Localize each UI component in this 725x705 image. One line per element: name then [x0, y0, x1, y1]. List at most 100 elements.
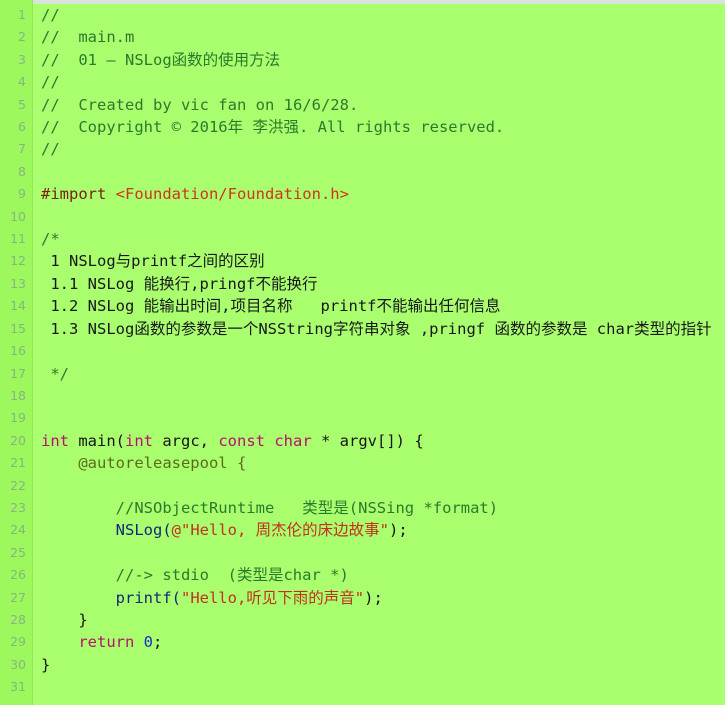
token-comment: //NSObjectRuntime 类型是(NSSing *format): [41, 498, 499, 517]
code-line[interactable]: 7 //: [0, 138, 725, 160]
code-line[interactable]: 13 1.1 NSLog 能换行,pringf不能换行: [0, 273, 725, 295]
code-line[interactable]: 6 // Copyright © 2016年 李洪强. All rights re…: [0, 116, 725, 138]
code-text[interactable]: [32, 340, 725, 362]
line-number: 24: [10, 522, 26, 538]
code-text[interactable]: [32, 385, 725, 407]
code-text[interactable]: [32, 475, 725, 497]
code-line[interactable]: 21 @autoreleasepool {: [0, 452, 725, 474]
token-kw: return: [41, 633, 144, 652]
code-text[interactable]: // Created by vic fan on 16/6/28.: [32, 94, 725, 116]
line-number: 12: [10, 253, 26, 269]
code-text[interactable]: // main.m: [32, 26, 725, 48]
token-comment: // Copyright © 2016年 李洪强. All rights res…: [41, 118, 505, 137]
line-number: 9: [18, 186, 26, 202]
code-line[interactable]: 26 //-> stdio (类型是char *): [0, 564, 725, 586]
code-text[interactable]: int main(int argc, const char * argv[]) …: [32, 430, 725, 452]
code-text[interactable]: //: [32, 71, 725, 93]
line-number: 15: [10, 320, 26, 336]
code-line[interactable]: 1 //: [0, 4, 725, 26]
code-line[interactable]: 25: [0, 542, 725, 564]
code-line[interactable]: 8: [0, 161, 725, 183]
code-text[interactable]: 1.2 NSLog 能输出时间,项目名称 printf不能输出任何信息: [32, 295, 725, 317]
line-number: 8: [18, 163, 26, 179]
code-line[interactable]: 23 //NSObjectRuntime 类型是(NSSing *format): [0, 497, 725, 519]
token-comment: */: [41, 364, 70, 383]
code-text[interactable]: #import <Foundation/Foundation.h>: [32, 183, 725, 205]
line-number: 14: [10, 298, 26, 314]
code-line[interactable]: 11 /*: [0, 228, 725, 250]
token-plain: }: [41, 610, 88, 629]
code-text[interactable]: [32, 161, 725, 183]
code-line[interactable]: 24 NSLog(@"Hello, 周杰伦的床边故事");: [0, 519, 725, 541]
code-line[interactable]: 30}: [0, 654, 725, 676]
code-text[interactable]: 1.1 NSLog 能换行,pringf不能换行: [32, 273, 725, 295]
code-line[interactable]: 12 1 NSLog与printf之间的区别: [0, 250, 725, 272]
code-line[interactable]: 31: [0, 676, 725, 698]
token-plain: );: [364, 588, 383, 607]
token-kw: char: [274, 431, 312, 450]
code-lines-container[interactable]: 1 // 2 // main.m 3 // 01 – NSLog函数的使用方法 4 // 5 //…: [0, 4, 725, 699]
code-text[interactable]: NSLog(@"Hello, 周杰伦的床边故事");: [32, 519, 725, 541]
token-comment: //: [41, 6, 60, 24]
token-num: 0: [143, 633, 153, 652]
code-text[interactable]: */: [32, 363, 725, 385]
code-line[interactable]: 27 printf("Hello,听见下雨的声音");: [0, 587, 725, 609]
line-number: 29: [10, 634, 26, 650]
token-comment: //: [41, 73, 60, 92]
line-number: 11: [10, 231, 26, 247]
token-fn: NSLog(: [41, 521, 172, 540]
code-line[interactable]: 28 }: [0, 609, 725, 631]
token-blockdoc: 1.1 NSLog 能换行,pringf不能换行: [41, 274, 318, 293]
code-line[interactable]: 20 int main(int argc, const char * argv[]…: [0, 430, 725, 452]
code-text[interactable]: @autoreleasepool {: [32, 452, 725, 474]
token-at: @autoreleasepool {: [41, 454, 247, 473]
code-line[interactable]: 29 return 0;: [0, 631, 725, 653]
code-text[interactable]: [32, 676, 725, 698]
code-line[interactable]: 18: [0, 385, 725, 407]
code-text[interactable]: printf("Hello,听见下雨的声音");: [32, 587, 725, 609]
code-text[interactable]: //: [32, 138, 725, 160]
code-line[interactable]: 2 // main.m: [0, 26, 725, 48]
code-line[interactable]: 16: [0, 340, 725, 362]
token-comment: /*: [41, 230, 60, 249]
code-text[interactable]: [32, 542, 725, 564]
code-line[interactable]: 17 */: [0, 363, 725, 385]
line-number: 23: [10, 499, 26, 515]
code-line[interactable]: 9 #import <Foundation/Foundation.h>: [0, 183, 725, 205]
code-line[interactable]: 15 1.3 NSLog函数的参数是一个NSString字符串对象 ,pring…: [0, 318, 725, 340]
code-text[interactable]: //NSObjectRuntime 类型是(NSSing *format): [32, 497, 725, 519]
token-pre: #import: [41, 185, 116, 204]
code-text[interactable]: }: [32, 609, 725, 631]
code-text[interactable]: 1 NSLog与printf之间的区别: [32, 250, 725, 272]
code-text[interactable]: }: [32, 654, 725, 676]
line-number: 10: [10, 208, 26, 224]
code-line[interactable]: 14 1.2 NSLog 能输出时间,项目名称 printf不能输出任何信息: [0, 295, 725, 317]
line-number: 17: [10, 365, 26, 381]
token-plain: * argv[]) {: [311, 431, 424, 450]
code-text[interactable]: return 0;: [32, 631, 725, 653]
code-text[interactable]: [32, 407, 725, 429]
code-line[interactable]: 5 // Created by vic fan on 16/6/28.: [0, 94, 725, 116]
code-text[interactable]: // 01 – NSLog函数的使用方法: [32, 49, 725, 71]
code-editor[interactable]: 1 // 2 // main.m 3 // 01 – NSLog函数的使用方法 4 // 5 //…: [0, 0, 725, 705]
code-line[interactable]: 10: [0, 206, 725, 228]
line-number: 27: [10, 589, 26, 605]
code-line[interactable]: 3 // 01 – NSLog函数的使用方法: [0, 49, 725, 71]
line-number: 16: [10, 343, 26, 359]
token-comment: //: [41, 140, 60, 159]
code-text[interactable]: [32, 206, 725, 228]
code-text[interactable]: //-> stdio (类型是char *): [32, 564, 725, 586]
line-number: 4: [18, 74, 26, 90]
line-number: 22: [10, 477, 26, 493]
code-text[interactable]: 1.3 NSLog函数的参数是一个NSString字符串对象 ,pringf 函…: [32, 318, 725, 340]
line-number: 7: [18, 141, 26, 157]
code-line[interactable]: 4 //: [0, 71, 725, 93]
code-text[interactable]: // Copyright © 2016年 李洪强. All rights res…: [32, 116, 725, 138]
token-comment: // main.m: [41, 28, 135, 47]
line-number: 26: [10, 567, 26, 583]
code-text[interactable]: //: [32, 4, 725, 26]
code-text[interactable]: /*: [32, 228, 725, 250]
token-blockdoc: 1.3 NSLog函数的参数是一个NSString字符串对象 ,pringf 函…: [41, 319, 712, 338]
code-line[interactable]: 22: [0, 475, 725, 497]
code-line[interactable]: 19: [0, 407, 725, 429]
